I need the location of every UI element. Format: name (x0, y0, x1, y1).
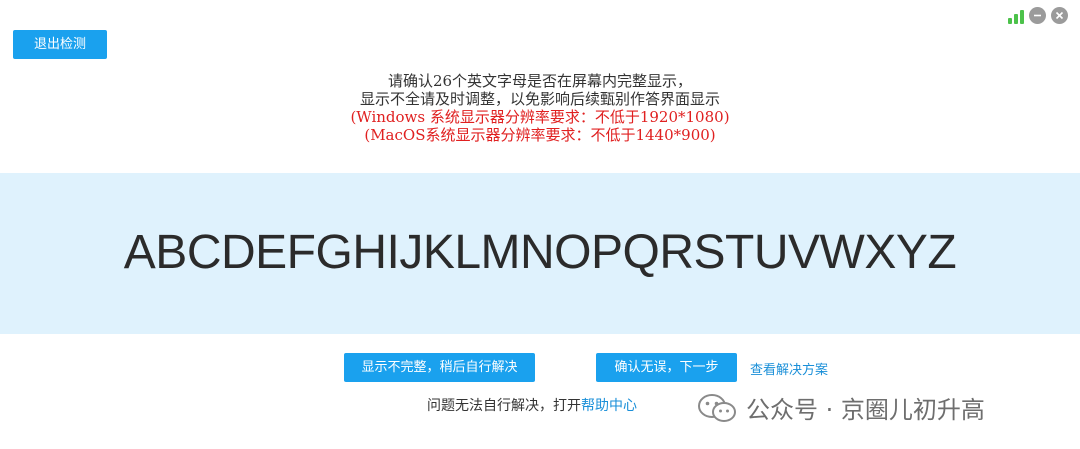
help-center-link[interactable]: 帮助中心 (581, 398, 637, 414)
macos-requirement: (MacOS系统显示器分辨率要求：不低于1440*900) (364, 126, 716, 144)
watermark: 公众号 · 京圈儿初升高 (696, 390, 985, 425)
alphabet-text: ABCDEFGHIJKLMNOPQRSTUVWXYZ (123, 226, 957, 279)
windows-requirement: (Windows 系统显示器分辨率要求：不低于1920*1080) (350, 108, 730, 126)
wechat-icon (698, 393, 736, 422)
display-incomplete-button[interactable]: 显示不完整，稍后自行解决 (344, 353, 535, 382)
view-solution-link[interactable]: 查看解决方案 (750, 359, 828, 378)
confirm-next-button[interactable]: 确认无误，下一步 (596, 353, 737, 382)
close-icon[interactable] (1051, 7, 1068, 24)
watermark-text: 公众号 · 京圈儿初升高 (746, 396, 985, 424)
exit-detection-button[interactable]: 退出检测 (13, 30, 107, 59)
help-prefix: 问题无法自行解决，打开 (427, 398, 581, 414)
help-line: 问题无法自行解决，打开帮助中心 (427, 395, 637, 415)
minimize-icon[interactable] (1029, 7, 1046, 24)
window-controls (1008, 7, 1068, 24)
instruction-line-1: 请确认26个英文字母是否在屏幕内完整显示， (387, 72, 693, 90)
instruction-line-2: 显示不全请及时调整，以免影响后续甄别作答界面显示 (359, 90, 720, 108)
signal-strength-icon (1008, 8, 1024, 24)
instructions: 请确认26个英文字母是否在屏幕内完整显示， 显示不全请及时调整，以免影响后续甄别… (0, 72, 1080, 144)
